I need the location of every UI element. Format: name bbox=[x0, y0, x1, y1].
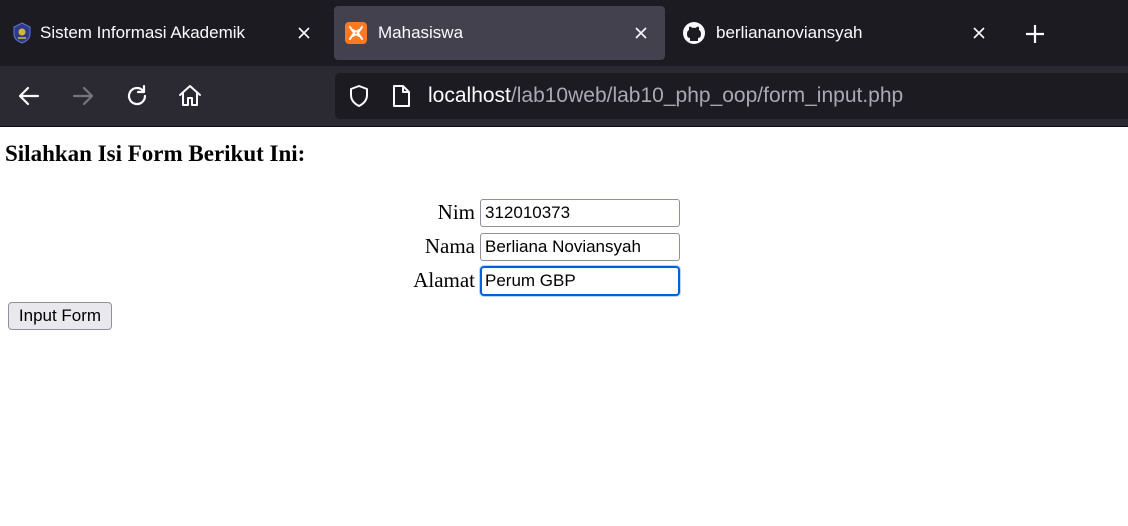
xampp-icon bbox=[344, 21, 368, 45]
tab-title: berliananoviansyah bbox=[716, 23, 863, 42]
navigation-toolbar: localhost/lab10web/lab10_php_oop/form_in… bbox=[0, 66, 1128, 127]
nim-input[interactable] bbox=[480, 199, 680, 227]
reload-icon[interactable] bbox=[124, 83, 150, 109]
close-tab-icon[interactable] bbox=[631, 23, 651, 43]
page-info-icon[interactable] bbox=[390, 84, 412, 108]
page-title: Silahkan Isi Form Berikut Ini: bbox=[5, 141, 306, 166]
tab-sistem-informasi[interactable]: Sistem Informasi Akademik bbox=[0, 6, 325, 60]
tab-title: Mahasiswa bbox=[378, 23, 464, 42]
back-arrow-icon[interactable] bbox=[16, 83, 42, 109]
nama-label: Nama bbox=[424, 234, 475, 258]
tab-mahasiswa[interactable]: Mahasiswa bbox=[334, 6, 665, 60]
page-content: Silahkan Isi Form Berikut Ini: Nim Nama … bbox=[0, 127, 1128, 526]
address-bar[interactable]: localhost/lab10web/lab10_php_oop/form_in… bbox=[335, 73, 1128, 119]
url-host: localhost bbox=[428, 84, 511, 107]
url-text[interactable]: localhost/lab10web/lab10_php_oop/form_in… bbox=[428, 84, 903, 108]
alamat-label: Alamat bbox=[413, 268, 475, 292]
nim-label: Nim bbox=[437, 200, 475, 224]
tracking-protection-shield-icon[interactable] bbox=[347, 84, 371, 108]
tab-strip: Sistem Informasi Akademik Mahasiswa berl… bbox=[0, 0, 1128, 66]
tab-github[interactable]: berliananoviansyah bbox=[672, 6, 1002, 60]
university-logo-icon bbox=[10, 21, 34, 45]
nama-input[interactable] bbox=[480, 233, 680, 261]
new-tab-plus-icon[interactable] bbox=[1022, 21, 1048, 47]
tab-title: Sistem Informasi Akademik bbox=[40, 23, 246, 42]
url-path: /lab10web/lab10_php_oop/form_input.php bbox=[510, 84, 904, 107]
home-icon[interactable] bbox=[177, 83, 203, 109]
close-tab-icon[interactable] bbox=[969, 23, 989, 43]
forward-arrow-icon[interactable] bbox=[70, 83, 96, 109]
close-tab-icon[interactable] bbox=[294, 23, 314, 43]
github-icon bbox=[682, 21, 706, 45]
input-form-button[interactable]: Input Form bbox=[8, 302, 112, 330]
alamat-input[interactable] bbox=[480, 266, 680, 296]
